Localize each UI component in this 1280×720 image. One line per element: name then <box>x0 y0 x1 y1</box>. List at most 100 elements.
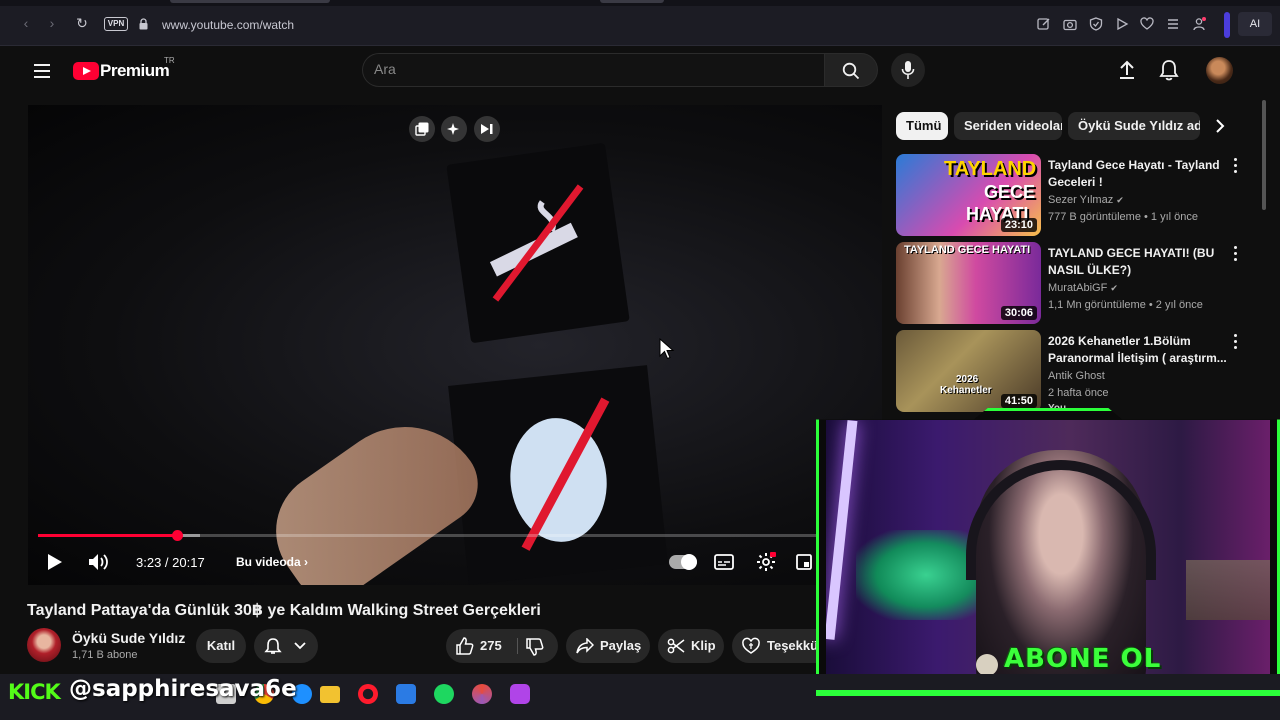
more-options-icon[interactable] <box>1232 158 1238 174</box>
chip-all[interactable]: Tümü <box>896 112 948 140</box>
search-button[interactable] <box>824 53 878 87</box>
play-icon[interactable] <box>47 553 63 571</box>
app-icon[interactable] <box>472 684 492 704</box>
hamburger-menu-icon[interactable] <box>34 64 50 78</box>
subtitles-icon[interactable] <box>714 554 734 570</box>
time-display: 3:23 / 20:17 <box>136 555 205 570</box>
voice-search-button[interactable] <box>891 53 925 87</box>
chip-series[interactable]: Seriden videolar <box>954 112 1062 140</box>
recommendation-channel[interactable]: Sezer Yılmaz ✔ <box>1048 194 1124 206</box>
recommendation-title[interactable]: Tayland Gece Hayatı - Tayland Geceleri ! <box>1048 157 1228 191</box>
shield-icon[interactable] <box>1089 17 1103 31</box>
share-label: Paylaş <box>600 638 642 653</box>
address-bar[interactable]: www.youtube.com/watch <box>162 18 294 32</box>
verified-icon: ✔ <box>1110 283 1118 293</box>
spotify-icon[interactable] <box>434 684 454 704</box>
video-frame-sign <box>446 142 630 344</box>
bell-icon <box>264 638 282 654</box>
ai-button-label: AI <box>1249 18 1261 30</box>
thumbnail-text: 2026 <box>956 374 979 385</box>
video-player[interactable] <box>28 105 882 585</box>
clip-button[interactable]: Klip <box>658 629 724 663</box>
avatar[interactable] <box>1206 57 1233 84</box>
search-input[interactable]: Ara <box>374 61 396 77</box>
video-thumbnail[interactable]: TAYLAND GECE HAYATI 30:06 <box>896 242 1041 324</box>
subscribed-bell-button[interactable] <box>254 629 318 663</box>
thumbs-up-icon <box>456 637 474 655</box>
skip-button[interactable] <box>474 116 500 142</box>
video-duration: 23:10 <box>1000 218 1037 232</box>
chip-channel[interactable]: Öykü Sude Yıldız adl <box>1068 112 1200 140</box>
share-button[interactable]: Paylaş <box>566 629 650 663</box>
notifications-bell-icon[interactable] <box>1159 59 1179 81</box>
youtube-logo-icon[interactable] <box>73 62 99 80</box>
video-thumbnail[interactable]: TAYLAND GECE HAYATI 23:10 <box>896 154 1041 236</box>
miniplayer-button[interactable] <box>409 116 435 142</box>
ai-button[interactable]: AI <box>1238 12 1272 36</box>
camera-app-icon[interactable] <box>510 684 530 704</box>
volume-icon[interactable] <box>88 552 110 572</box>
settings-gear-icon[interactable] <box>756 552 776 572</box>
chapters-button[interactable]: Bu videoda › <box>236 555 308 569</box>
video-thumbnail[interactable]: 2026 Kehanetler 41:50 <box>896 330 1041 412</box>
video-frame-sign <box>448 365 668 585</box>
thumbnail-text: TAYLAND GECE HAYATI <box>904 244 1031 256</box>
profile-icon[interactable] <box>1192 17 1206 31</box>
back-arrow-icon[interactable]: ‹ <box>18 15 34 31</box>
video-title: Tayland Pattaya'da Günlük 30฿ ye Kaldım … <box>27 602 541 619</box>
recommendation-item[interactable]: 2026 Kehanetler 41:50 2026 Kehanetler 1.… <box>896 330 1246 414</box>
autoplay-toggle[interactable] <box>669 554 697 570</box>
browser-tab[interactable] <box>170 0 330 3</box>
play-icon[interactable] <box>1115 17 1129 31</box>
join-button[interactable]: Katıl <box>196 629 246 663</box>
progress-scrubber[interactable] <box>172 530 183 541</box>
recommendation-item[interactable]: TAYLAND GECE HAYATI 30:06 TAYLAND GECE H… <box>896 242 1246 324</box>
logo-text[interactable]: Premium <box>100 61 170 81</box>
recommendation-channel[interactable]: Antik Ghost <box>1048 370 1105 382</box>
background-shelf <box>1186 560 1270 620</box>
forward-arrow-icon[interactable]: › <box>44 15 60 31</box>
webcam-frame-bottom <box>816 690 1280 696</box>
page-scrollbar[interactable] <box>1262 100 1266 210</box>
chevron-right-icon[interactable] <box>1215 119 1225 133</box>
recommendation-item[interactable]: TAYLAND GECE HAYATI 23:10 Tayland Gece H… <box>896 154 1246 236</box>
menu-list-icon[interactable] <box>1166 17 1180 31</box>
reload-icon[interactable]: ↻ <box>74 15 90 31</box>
upload-icon[interactable] <box>1118 60 1136 80</box>
ai-features-button[interactable] <box>441 116 467 142</box>
dislike-button[interactable] <box>518 629 558 663</box>
like-dislike-group: 275 <box>446 629 558 663</box>
like-count: 275 <box>480 638 502 653</box>
subscribe-overlay-text: ABONE OL <box>1004 644 1162 674</box>
camera-icon[interactable] <box>1063 17 1077 31</box>
channel-avatar[interactable] <box>27 628 61 662</box>
thanks-label: Teşekkü <box>767 638 819 653</box>
browser-tab[interactable] <box>600 0 664 3</box>
more-options-icon[interactable] <box>1232 246 1238 262</box>
opera-icon[interactable] <box>358 684 378 704</box>
mail-icon[interactable] <box>396 684 416 704</box>
heart-icon[interactable] <box>1140 17 1154 31</box>
channel-name[interactable]: Öykü Sude Yıldız <box>72 630 185 646</box>
video-duration: 41:50 <box>1000 394 1037 408</box>
recommendation-channel[interactable]: MuratAbiGF ✔ <box>1048 282 1118 294</box>
more-options-icon[interactable] <box>1232 334 1238 350</box>
edit-page-icon[interactable] <box>1037 17 1051 31</box>
search-box[interactable] <box>362 53 824 87</box>
country-code: TR <box>164 56 175 65</box>
sidebar-accent <box>1224 12 1230 38</box>
thumbs-down-icon <box>526 638 544 656</box>
recommendation-title[interactable]: 2026 Kehanetler 1.Bölüm Paranormal İleti… <box>1048 333 1228 367</box>
recommendation-meta: 1,1 Mn görüntüleme • 2 yıl önce <box>1048 299 1203 311</box>
browser-tabstrip <box>0 0 1280 6</box>
folder-icon[interactable] <box>320 686 340 703</box>
kick-logo: KICK <box>8 680 61 704</box>
verified-icon: ✔ <box>1116 195 1124 205</box>
like-button[interactable]: 275 <box>446 629 516 663</box>
recommendation-meta: 2 hafta önce <box>1048 387 1109 399</box>
miniplayer-icon[interactable] <box>796 554 812 570</box>
chevron-right-icon: › <box>304 555 309 569</box>
thanks-button[interactable]: Teşekkü <box>732 629 819 663</box>
vpn-badge[interactable]: VPN <box>104 17 128 31</box>
recommendation-title[interactable]: TAYLAND GECE HAYATI! (BU NASIL ÜLKE?) <box>1048 245 1228 279</box>
